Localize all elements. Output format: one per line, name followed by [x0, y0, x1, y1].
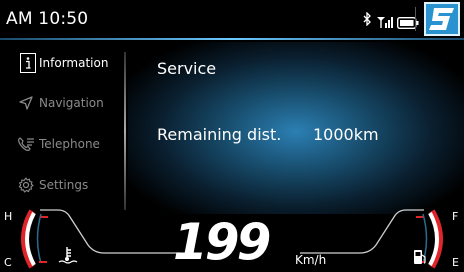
sidebar-item-information[interactable]: Information — [12, 45, 122, 81]
phone-icon — [15, 133, 37, 155]
sidebar-item-navigation[interactable]: Navigation — [15, 85, 125, 121]
clock: AM 10:50 — [6, 9, 89, 29]
speed-unit: Km/h — [295, 253, 327, 267]
info-icon — [20, 53, 36, 73]
status-divider — [415, 7, 416, 31]
sidebar-item-settings[interactable]: Settings — [15, 167, 125, 203]
bluetooth-icon — [363, 12, 371, 26]
sidebar-item-label: Telephone — [39, 137, 100, 151]
sidebar-item-label: Information — [39, 56, 109, 70]
signal-icon — [377, 13, 393, 32]
sidebar-divider — [124, 52, 126, 210]
brand-logo — [424, 2, 460, 36]
sidebar: Information Navigation Telephone Setting… — [12, 45, 126, 215]
remaining-distance-label: Remaining dist. — [157, 125, 282, 144]
fuel-empty-label: E — [452, 256, 459, 269]
main-panel: Service Remaining dist. 1000km — [128, 42, 464, 214]
status-bar: AM 10:50 — [0, 0, 464, 38]
instrument-screen: AM 10:50 Information Navigation Telephon… — [0, 0, 464, 272]
sidebar-item-label: Settings — [39, 178, 89, 192]
temp-low-label: C — [4, 256, 12, 269]
temperature-gauge — [21, 209, 48, 269]
status-line — [0, 38, 464, 40]
fuel-full-label: F — [452, 210, 459, 223]
cluster: H C F E 199 Km/h — [0, 205, 464, 272]
fuel-pump-icon — [413, 249, 427, 269]
remaining-distance-value: 1000km — [313, 125, 379, 144]
coolant-temp-icon — [58, 246, 78, 268]
page-title: Service — [157, 59, 217, 78]
navigation-arrow-icon — [15, 92, 37, 114]
speed-readout: 199 — [173, 213, 271, 271]
gear-icon — [15, 174, 37, 196]
status-icons — [363, 9, 371, 29]
sidebar-item-telephone[interactable]: Telephone — [15, 126, 125, 162]
sidebar-item-label: Navigation — [39, 96, 104, 110]
temp-high-label: H — [4, 210, 13, 223]
